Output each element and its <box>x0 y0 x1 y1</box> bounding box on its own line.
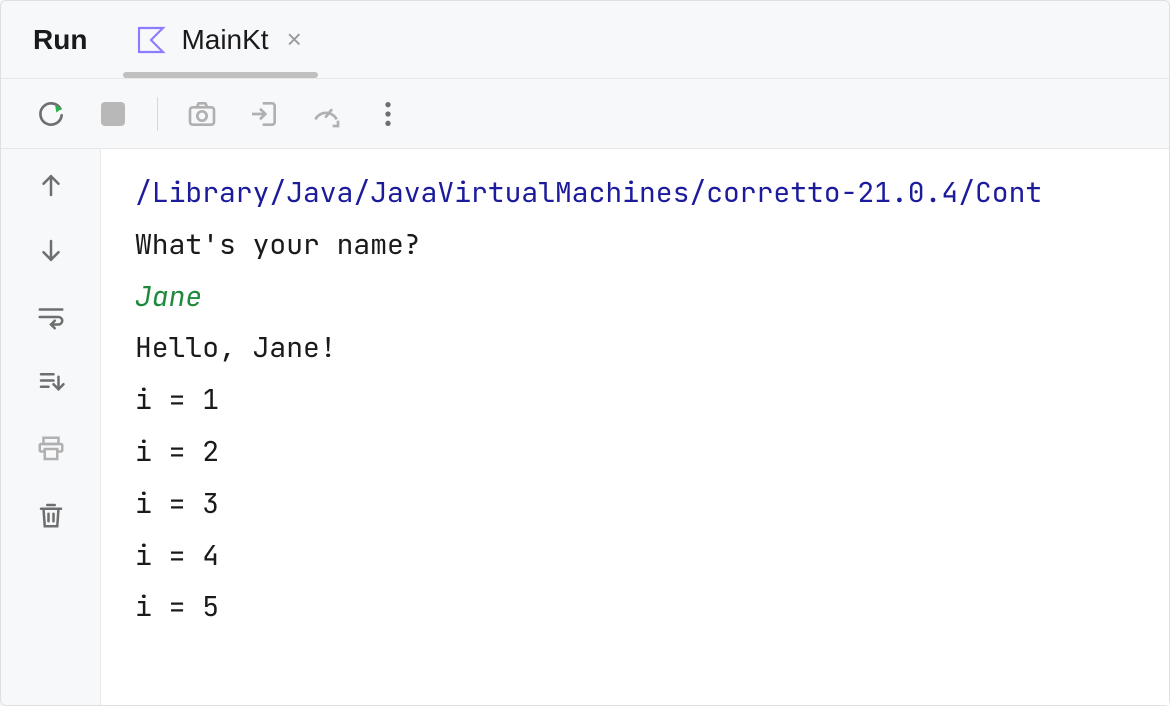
stop-icon <box>101 102 125 126</box>
print-button[interactable] <box>33 431 69 467</box>
console-line: What's your name? <box>135 219 1135 271</box>
soft-wrap-button[interactable] <box>33 299 69 335</box>
run-title: Run <box>21 24 87 56</box>
scroll-to-end-button[interactable] <box>33 365 69 401</box>
more-button[interactable] <box>370 96 406 132</box>
console-line: i = 3 <box>135 478 1135 530</box>
rerun-button[interactable] <box>33 96 69 132</box>
console-line: Jane <box>135 271 1135 323</box>
profiler-button[interactable] <box>308 96 344 132</box>
down-button[interactable] <box>33 233 69 269</box>
console-gutter <box>1 149 101 705</box>
close-icon[interactable]: × <box>283 24 306 55</box>
toolbar-divider <box>157 97 158 131</box>
console-output[interactable]: /Library/Java/JavaVirtualMachines/corret… <box>101 149 1169 705</box>
snapshot-button[interactable] <box>184 96 220 132</box>
stop-button[interactable] <box>95 96 131 132</box>
console-line: i = 1 <box>135 374 1135 426</box>
content-area: /Library/Java/JavaVirtualMachines/corret… <box>1 149 1169 705</box>
console-line: i = 2 <box>135 426 1135 478</box>
up-button[interactable] <box>33 167 69 203</box>
kotlin-file-icon <box>135 24 167 56</box>
console-line: i = 5 <box>135 581 1135 633</box>
console-line: i = 4 <box>135 530 1135 582</box>
tab-mainkt[interactable]: MainKt × <box>127 1 313 78</box>
console-line: /Library/Java/JavaVirtualMachines/corret… <box>135 167 1135 219</box>
console-line: Hello, Jane! <box>135 322 1135 374</box>
run-toolbar <box>1 79 1169 149</box>
import-button[interactable] <box>246 96 282 132</box>
tab-label: MainKt <box>181 24 268 56</box>
clear-button[interactable] <box>33 497 69 533</box>
run-header: Run MainKt × <box>1 1 1169 79</box>
